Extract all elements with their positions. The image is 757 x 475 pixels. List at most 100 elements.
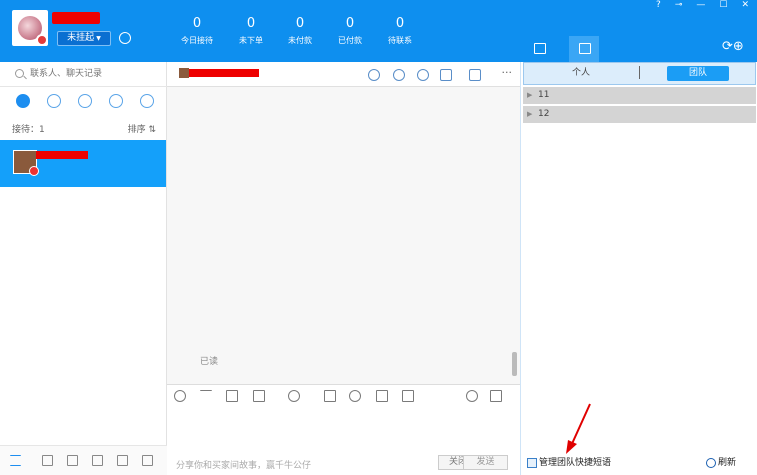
manage-label: 管理团队快捷短语 xyxy=(539,458,612,468)
stat-value: 0 xyxy=(295,16,305,31)
redacted-chat-title xyxy=(189,69,259,77)
stat-value: 0 xyxy=(246,16,256,31)
stat-label: 未下单 xyxy=(239,36,263,45)
emoji-icon[interactable] xyxy=(174,390,186,402)
stat-today-reception[interactable]: 0 今日接待 xyxy=(174,16,220,46)
contacts-tab-icon[interactable] xyxy=(78,94,92,108)
download-icon[interactable] xyxy=(402,390,414,402)
window-controls: ? ⊸ — ☐ ✕ xyxy=(656,0,749,12)
group-label: 12 xyxy=(538,109,550,119)
help-icon[interactable]: ? xyxy=(656,0,661,12)
more-icon[interactable]: ··· xyxy=(502,66,513,79)
folder-icon[interactable] xyxy=(253,390,265,402)
input-toolbar xyxy=(167,384,520,406)
search-bar xyxy=(0,62,167,87)
stat-label: 已付款 xyxy=(338,36,362,45)
search-input[interactable] xyxy=(30,67,160,81)
refresh-button[interactable]: 刷新 xyxy=(706,455,736,468)
mail-icon[interactable] xyxy=(67,455,78,466)
plugin-icon[interactable] xyxy=(42,455,53,466)
checklist-icon[interactable] xyxy=(440,69,452,81)
history-record-icon[interactable] xyxy=(490,390,502,402)
image-icon[interactable] xyxy=(226,390,238,402)
organization-tab-icon[interactable] xyxy=(140,94,154,108)
groups-tab-icon[interactable] xyxy=(109,94,123,108)
stat-value: 0 xyxy=(345,16,355,31)
stat-value: 0 xyxy=(192,16,202,31)
expand-icon: ▶ xyxy=(527,91,533,99)
user-avatar[interactable] xyxy=(12,10,48,46)
divider xyxy=(639,66,640,79)
expand-icon: ▶ xyxy=(527,110,533,118)
chat-panel: ··· 已读 分享你和买家间故事，赢千牛公仔 关闭 发送 xyxy=(167,62,520,475)
window-icon[interactable] xyxy=(142,455,153,466)
input-placeholder: 分享你和买家间故事，赢千牛公仔 xyxy=(176,461,312,471)
customer-star-icon[interactable] xyxy=(368,69,380,81)
stat-value: 0 xyxy=(395,16,405,31)
stat-to-contact[interactable]: 0 待联系 xyxy=(377,16,423,46)
scrollbar[interactable] xyxy=(512,352,517,376)
screenshot-icon[interactable] xyxy=(288,390,300,402)
group-label: 11 xyxy=(538,90,550,100)
status-label: 未挂起 xyxy=(67,33,95,43)
tab-quick-phrases[interactable] xyxy=(569,36,599,62)
stat-label: 未付款 xyxy=(288,36,312,45)
sort-button[interactable]: 排序 ⇅ xyxy=(128,122,156,135)
stat-label: 待联系 xyxy=(388,36,412,45)
chevron-down-icon: ▼ xyxy=(96,35,101,42)
document-icon xyxy=(527,457,537,468)
pin-icon[interactable]: ⊸ xyxy=(675,0,683,12)
unread-badge xyxy=(29,166,39,176)
redacted-contact-name xyxy=(36,151,88,159)
phrase-group[interactable]: ▶ 12 xyxy=(523,106,756,123)
tab-personal[interactable]: 个人 xyxy=(524,66,638,81)
chat-header: ··· xyxy=(167,62,520,87)
status-badge xyxy=(36,34,48,46)
font-icon[interactable] xyxy=(200,390,212,402)
maximize-icon[interactable]: ☐ xyxy=(719,0,727,12)
message-area[interactable] xyxy=(167,87,520,382)
shop-icon[interactable] xyxy=(92,455,103,466)
menu-icon[interactable] xyxy=(10,455,21,466)
close-icon[interactable]: ✕ xyxy=(741,0,749,12)
history-tab-icon[interactable] xyxy=(47,94,61,108)
chat-bubble-icon[interactable] xyxy=(393,69,405,81)
tab-team[interactable]: 团队 xyxy=(667,66,729,81)
message-icon[interactable] xyxy=(119,32,131,44)
search-icon xyxy=(15,69,24,78)
transfer-icon[interactable] xyxy=(417,69,429,81)
contact-list-item[interactable] xyxy=(0,140,166,187)
phrase-group[interactable]: ▶ 11 xyxy=(523,87,756,104)
reception-meta: 接待：1 排序 ⇅ xyxy=(12,122,156,135)
shake-icon[interactable] xyxy=(324,390,336,402)
quick-phrase-panel: 个人 团队 ▶ 11 ▶ 12 管理团队快捷短语 刷新 xyxy=(520,62,757,475)
chat-contact-avatar xyxy=(179,68,189,78)
minimize-icon[interactable]: — xyxy=(696,0,705,12)
quick-reply-icon[interactable] xyxy=(466,390,478,402)
refresh-label: 刷新 xyxy=(718,458,737,468)
read-status: 已读 xyxy=(200,357,219,367)
stat-label: 今日接待 xyxy=(181,36,213,45)
phrases-icon xyxy=(579,43,591,54)
status-dropdown[interactable]: 未挂起 ▼ xyxy=(57,31,111,46)
reception-count: 接待：1 xyxy=(12,125,45,135)
refresh-icon xyxy=(706,457,716,468)
stat-not-ordered[interactable]: 0 未下单 xyxy=(228,16,274,46)
redacted-username xyxy=(52,12,100,24)
sell-icon[interactable] xyxy=(117,455,128,466)
manage-team-phrases-link[interactable]: 管理团队快捷短语 xyxy=(527,455,611,468)
contact-sidebar: 接待：1 排序 ⇅ xyxy=(0,62,167,475)
video-icon[interactable] xyxy=(469,69,481,81)
stat-unpaid[interactable]: 0 未付款 xyxy=(277,16,323,46)
top-header: 未挂起 ▼ 0 今日接待 0 未下单 0 未付款 0 已付款 0 待联系 ? ⊸ — ☐ ✕… xyxy=(0,0,757,62)
add-icon[interactable]: ⟳⊕ xyxy=(722,39,744,54)
calculator-icon[interactable] xyxy=(376,390,388,402)
tab-customer-info[interactable] xyxy=(524,36,554,62)
bottom-toolbar xyxy=(0,445,167,475)
chat-tab-icon[interactable] xyxy=(16,94,30,108)
send-button[interactable]: 发送 xyxy=(463,455,508,470)
favorite-icon[interactable] xyxy=(349,390,361,402)
stat-paid[interactable]: 0 已付款 xyxy=(327,16,373,46)
scope-switch: 个人 团队 xyxy=(523,62,756,85)
id-card-icon xyxy=(534,43,546,54)
